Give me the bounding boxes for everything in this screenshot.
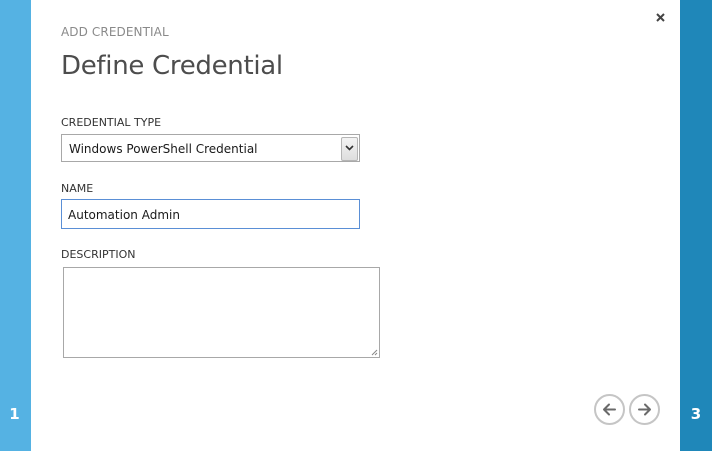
close-icon[interactable] bbox=[653, 10, 669, 26]
step-rail-right: 3 bbox=[680, 0, 712, 451]
chevron-down-icon bbox=[345, 145, 354, 151]
credential-type-label: CREDENTIAL TYPE bbox=[61, 116, 162, 129]
arrow-left-icon bbox=[603, 403, 616, 416]
credential-type-select[interactable]: Windows PowerShell Credential bbox=[61, 134, 360, 162]
step-rail-left: 1 bbox=[0, 0, 31, 451]
total-steps-number: 3 bbox=[690, 405, 702, 423]
name-label: NAME bbox=[61, 182, 94, 195]
back-button[interactable] bbox=[594, 394, 625, 425]
arrow-right-icon bbox=[638, 403, 651, 416]
description-label: DESCRIPTION bbox=[61, 248, 136, 261]
wizard-header: ADD CREDENTIAL bbox=[61, 25, 169, 39]
current-step-number: 1 bbox=[9, 405, 20, 423]
dropdown-button[interactable] bbox=[341, 137, 358, 161]
name-value: Automation Admin bbox=[68, 208, 180, 222]
resize-grip-icon[interactable] bbox=[370, 348, 378, 356]
name-input[interactable]: Automation Admin bbox=[61, 199, 360, 229]
description-textarea[interactable] bbox=[63, 267, 380, 358]
credential-type-value: Windows PowerShell Credential bbox=[69, 142, 258, 156]
next-button[interactable] bbox=[629, 394, 660, 425]
wizard-dialog: ADD CREDENTIAL Define Credential CREDENT… bbox=[31, 0, 680, 451]
page-title: Define Credential bbox=[61, 51, 283, 81]
